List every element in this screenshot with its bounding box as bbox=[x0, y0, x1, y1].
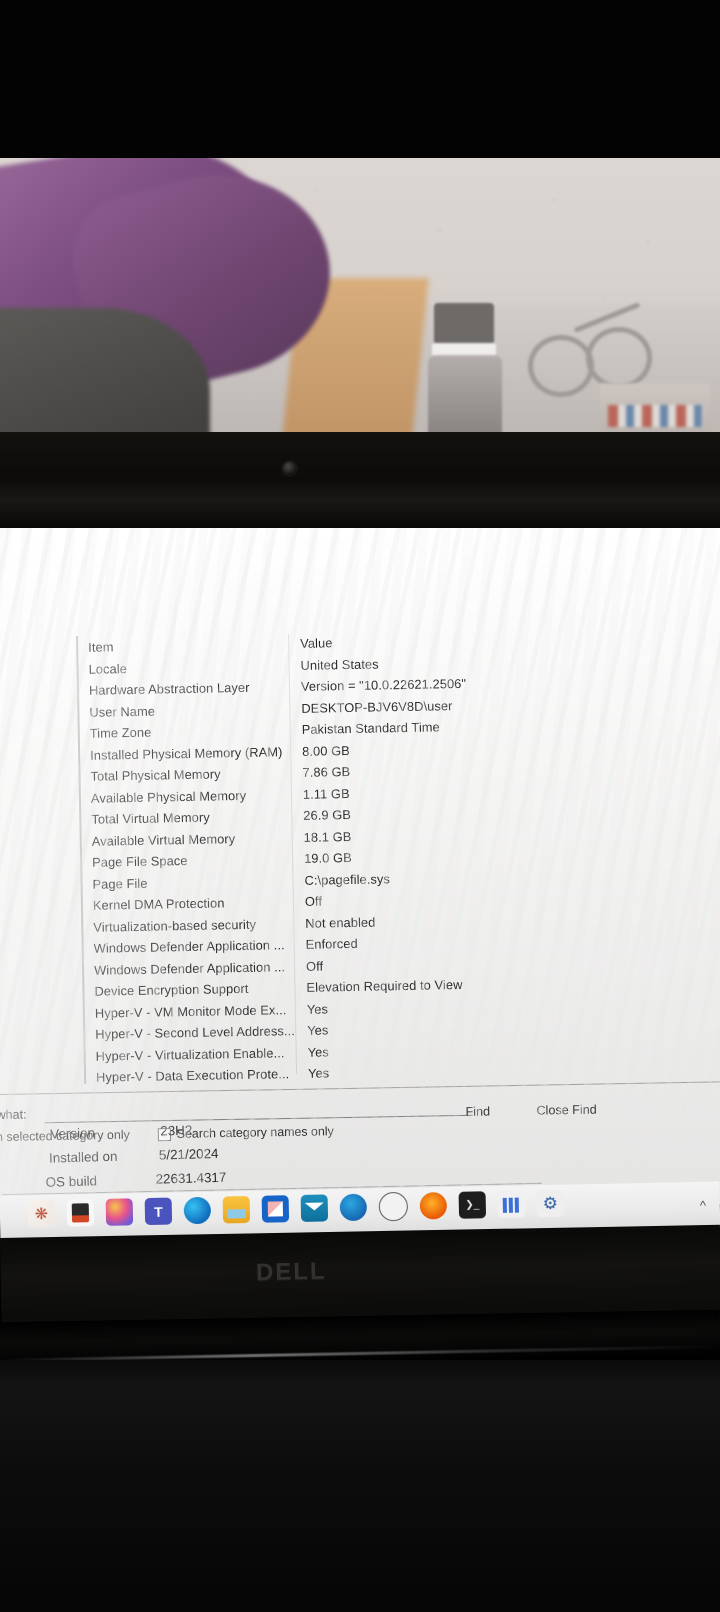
row-item-value: DESKTOP-BJV6V8D\user bbox=[301, 697, 453, 716]
photo-top-letterbox bbox=[0, 0, 720, 158]
about-value: 23H2 bbox=[160, 1122, 193, 1139]
file-explorer-icon[interactable] bbox=[222, 1195, 251, 1224]
about-key: Installed on bbox=[48, 1148, 118, 1166]
row-item-value: C:\pagefile.sys bbox=[304, 870, 391, 888]
row-item-value: 1.11 GB bbox=[302, 785, 350, 802]
about-row-version: Version 23H2 bbox=[50, 1123, 192, 1142]
row-item-value: 26.9 GB bbox=[303, 806, 352, 823]
system-information-window: Item Value Locale United States Hardware… bbox=[76, 624, 720, 1088]
row-item-value: 8.00 GB bbox=[302, 742, 350, 759]
glasses-lens-left bbox=[528, 335, 594, 397]
onedrive-icon[interactable] bbox=[339, 1193, 368, 1222]
row-item-label: Total Virtual Memory bbox=[91, 809, 210, 827]
row-item-label: Device Encryption Support bbox=[94, 980, 249, 999]
microsoft-store-icon[interactable] bbox=[261, 1195, 290, 1223]
row-item-label: User Name bbox=[89, 703, 156, 720]
mail-icon[interactable] bbox=[300, 1194, 329, 1222]
glasses-lens-right bbox=[586, 327, 652, 389]
terminal-icon[interactable] bbox=[458, 1191, 487, 1219]
row-item-value: Version = "10.0.22621.2506" bbox=[300, 675, 467, 694]
row-item-value: Not enabled bbox=[305, 914, 376, 931]
row-item-label: Locale bbox=[88, 660, 128, 677]
row-item-label: Windows Defender Application ... bbox=[93, 958, 286, 978]
row-item-label: Hyper-V - Second Level Address... bbox=[95, 1023, 296, 1042]
clock-icon[interactable] bbox=[378, 1191, 409, 1222]
row-item-label: Kernel DMA Protection bbox=[92, 895, 225, 913]
laptop-photo-stage: Item Value Locale United States Hardware… bbox=[0, 0, 720, 1612]
row-item-value: 19.0 GB bbox=[303, 849, 352, 866]
row-item-value: Pakistan Standard Time bbox=[301, 719, 440, 737]
row-item-label: Hyper-V - Virtualization Enable... bbox=[95, 1044, 285, 1064]
row-item-value: Enforced bbox=[305, 935, 358, 952]
laptop-top-bezel bbox=[0, 432, 720, 530]
row-item-value: 18.1 GB bbox=[303, 828, 352, 845]
row-item-label: Page File bbox=[92, 875, 148, 892]
dell-logo: DELL bbox=[255, 1257, 327, 1287]
row-item-value: Yes bbox=[307, 1022, 329, 1038]
chevron-up-icon[interactable]: ^ bbox=[700, 1198, 706, 1213]
widgets-icon[interactable] bbox=[27, 1199, 56, 1228]
row-item-label: Page File Space bbox=[92, 852, 188, 870]
stats-icon[interactable] bbox=[497, 1190, 526, 1219]
bottle-cap bbox=[434, 303, 494, 345]
about-row-installed-on: Installed on 5/21/2024 bbox=[49, 1146, 219, 1166]
edge-icon[interactable] bbox=[183, 1196, 212, 1225]
teams-icon[interactable] bbox=[144, 1197, 173, 1226]
row-item-label: Time Zone bbox=[89, 724, 152, 741]
find-what-label: what: bbox=[0, 1107, 27, 1123]
column-header-item[interactable]: Item bbox=[88, 636, 300, 654]
about-value: 22631.4317 bbox=[155, 1169, 227, 1187]
jar-pattern-band bbox=[608, 405, 703, 427]
row-item-value: Yes bbox=[307, 1043, 329, 1060]
row-item-value: Yes bbox=[307, 1065, 330, 1081]
about-key: Version bbox=[50, 1125, 96, 1142]
row-item-label: Hardware Abstraction Layer bbox=[88, 679, 250, 698]
webcam-icon bbox=[283, 462, 296, 475]
row-item-value: Elevation Required to View bbox=[306, 976, 463, 995]
row-item-label: Available Physical Memory bbox=[90, 787, 247, 806]
bottle-body bbox=[428, 355, 502, 438]
row-item-value: United States bbox=[300, 655, 379, 673]
row-item-label: Available Virtual Memory bbox=[91, 830, 236, 849]
sysinfo-details-pane[interactable]: Item Value Locale United States Hardware… bbox=[76, 624, 720, 1085]
row-item-label: Virtualization-based security bbox=[93, 916, 257, 935]
row-item-label: Total Physical Memory bbox=[90, 766, 221, 784]
row-item-value: Off bbox=[304, 893, 323, 909]
row-item-label: Installed Physical Memory (RAM) bbox=[90, 743, 283, 763]
vlc-icon[interactable] bbox=[419, 1192, 448, 1220]
about-key: OS build bbox=[45, 1173, 98, 1190]
about-row-os-build: OS build 22631.4317 bbox=[45, 1170, 226, 1190]
row-item-value: Off bbox=[305, 958, 324, 974]
row-item-label: Hyper-V - VM Monitor Mode Ex... bbox=[94, 1001, 287, 1021]
about-value: 5/21/2024 bbox=[158, 1145, 219, 1163]
row-item-label: Windows Defender Application ... bbox=[93, 937, 285, 956]
laptop-keyboard: F4 fx F5 A F6 A F7 F8 F9 F10 F11 PrtScr … bbox=[0, 1360, 720, 1612]
settings-gear-icon[interactable] bbox=[536, 1189, 565, 1218]
row-item-value: 7.86 GB bbox=[302, 763, 351, 780]
powerpoint-icon[interactable] bbox=[66, 1199, 95, 1227]
patterned-jar bbox=[600, 383, 710, 438]
copilot-icon[interactable] bbox=[105, 1198, 134, 1226]
room-background-photo bbox=[0, 158, 720, 438]
find-bar-divider bbox=[0, 1081, 720, 1096]
sysinfo-table: Item Value Locale United States Hardware… bbox=[88, 628, 716, 1091]
row-item-value: Yes bbox=[306, 1000, 329, 1017]
water-bottle bbox=[420, 303, 510, 438]
taskbar-icon-strip bbox=[27, 1189, 565, 1229]
column-header-value[interactable]: Value bbox=[300, 635, 333, 651]
